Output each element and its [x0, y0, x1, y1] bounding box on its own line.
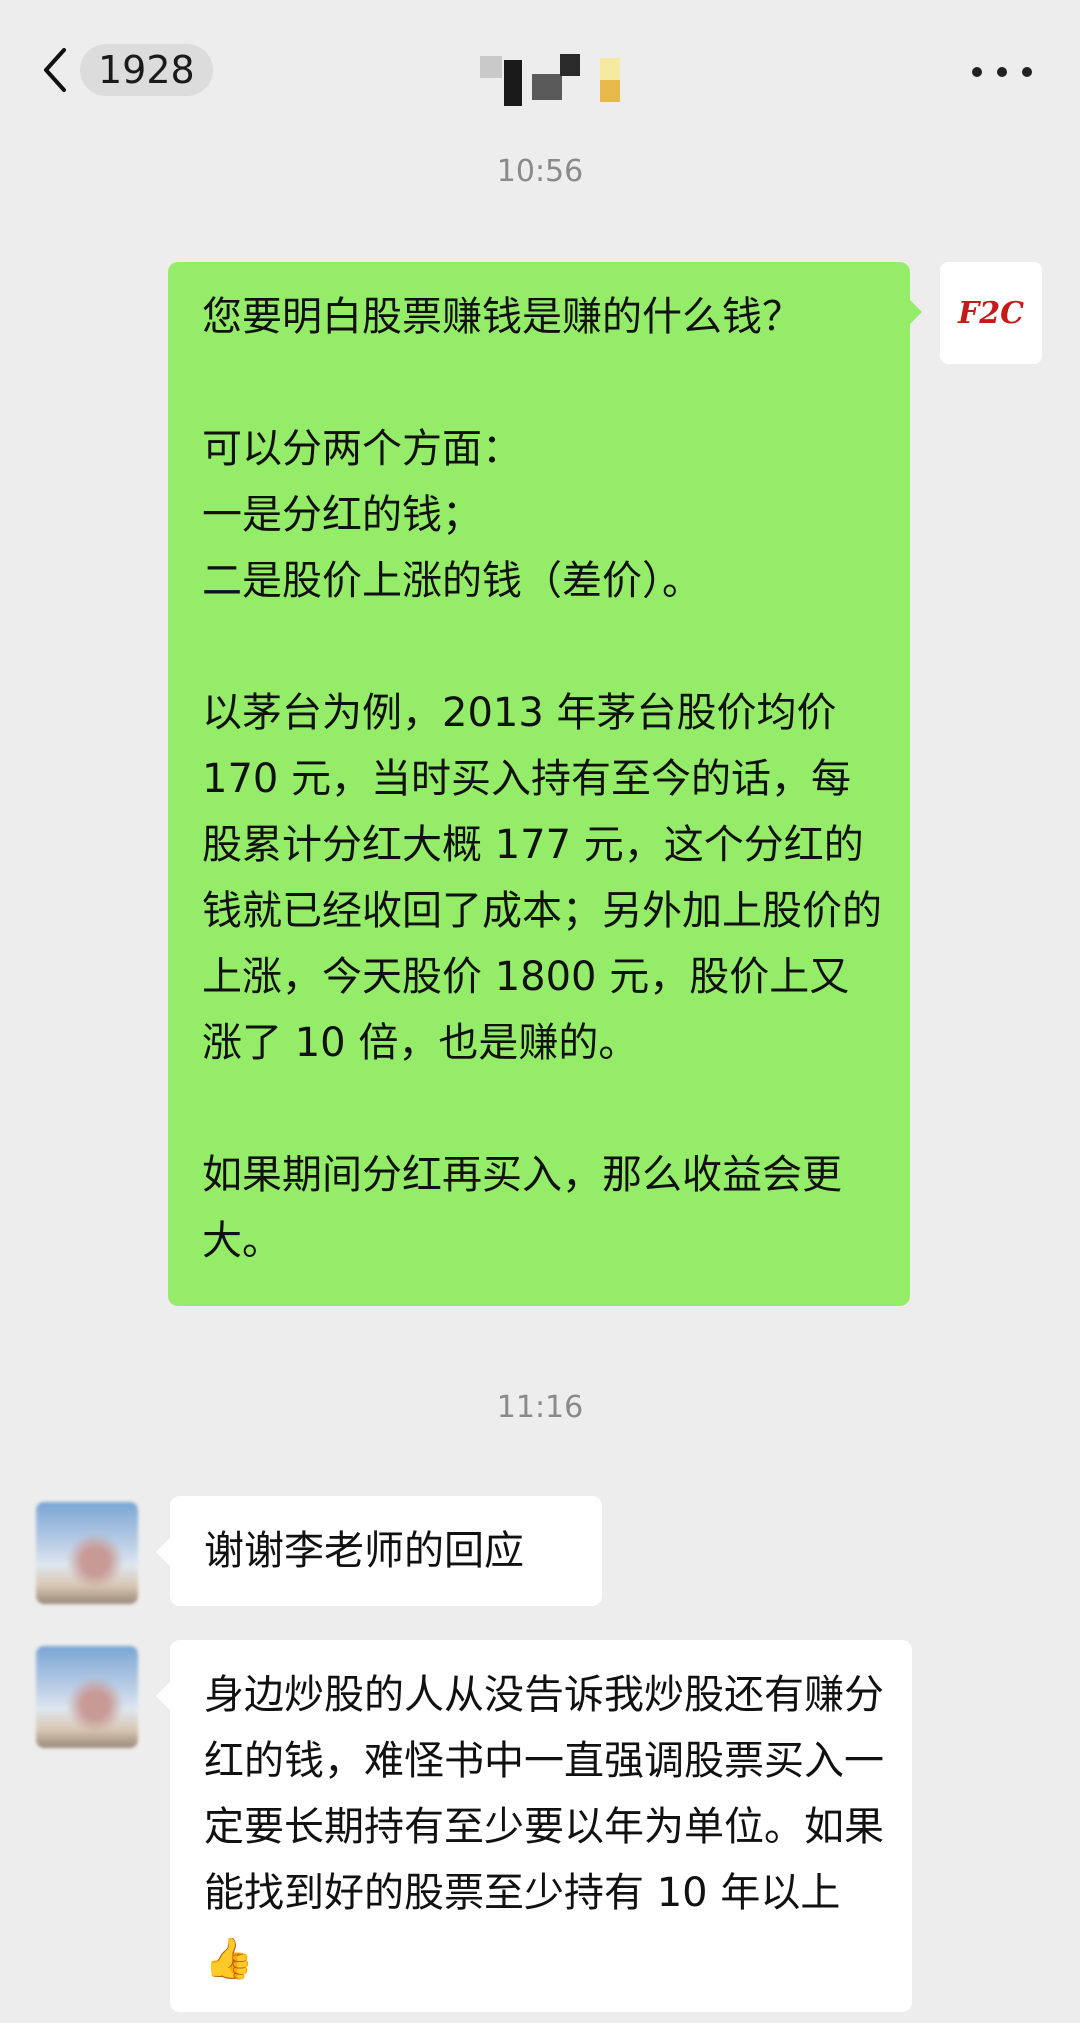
chat-title-redacted [480, 50, 640, 106]
contact-avatar[interactable] [36, 1646, 138, 1748]
chevron-left-icon [44, 48, 66, 92]
top-bar: 1928 [0, 0, 1080, 140]
thumbs-up-icon: 👍 [204, 1936, 254, 1982]
unread-count-badge: 1928 [80, 44, 213, 96]
my-avatar[interactable]: F2C [940, 262, 1042, 364]
more-dots-icon [972, 67, 982, 77]
bubble-tail [156, 1682, 170, 1710]
message-text: 身边炒股的人从没告诉我炒股还有赚分红的钱，难怪书中一直强调股票买入一定要长期持有… [204, 1672, 884, 1916]
back-button[interactable]: 1928 [38, 44, 213, 96]
bubble-tail [908, 298, 922, 326]
received-message-bubble[interactable]: 身边炒股的人从没告诉我炒股还有赚分红的钱，难怪书中一直强调股票买入一定要长期持有… [170, 1640, 912, 2012]
message-timestamp: 10:56 [496, 154, 584, 189]
bubble-tail [156, 1538, 170, 1566]
received-message-bubble[interactable]: 谢谢李老师的回应 [170, 1496, 602, 1606]
message-timestamp: 11:16 [496, 1390, 584, 1425]
avatar-logo-text: F2C [957, 295, 1025, 331]
more-options-button[interactable] [972, 62, 1032, 82]
contact-avatar[interactable] [36, 1502, 138, 1604]
sent-message-bubble[interactable]: 您要明白股票赚钱是赚的什么钱？ 可以分两个方面： 一是分红的钱； 二是股价上涨的… [168, 262, 910, 1306]
